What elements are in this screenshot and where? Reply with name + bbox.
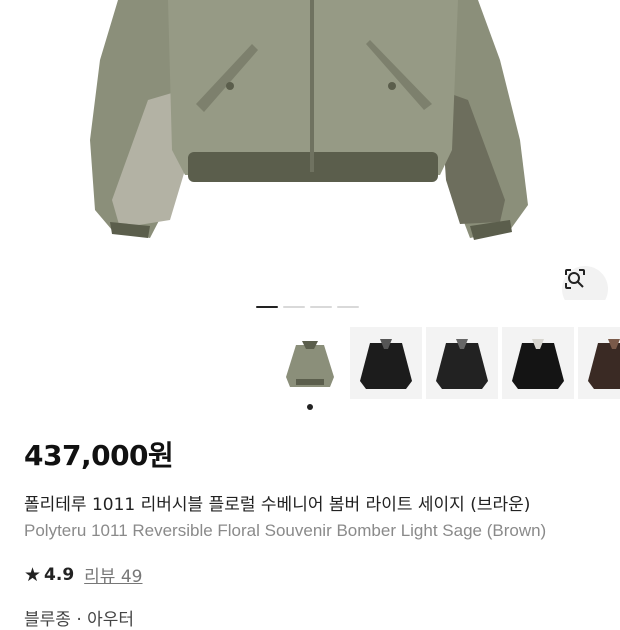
gallery-pagination	[256, 306, 359, 308]
thumbnail-jacket-image	[360, 339, 412, 389]
rating-score: 4.9	[44, 564, 75, 585]
visual-search-icon	[565, 269, 585, 289]
pagination-dot-active[interactable]	[256, 306, 278, 308]
pagination-dot[interactable]	[337, 306, 359, 308]
pagination-dot[interactable]	[283, 306, 305, 308]
pagination-dot[interactable]	[310, 306, 332, 308]
review-link[interactable]: 리뷰 49	[84, 562, 142, 587]
thumbnail-jacket-image	[436, 339, 488, 389]
product-price: 437,000원	[24, 439, 174, 472]
thumbnail-jacket-image	[588, 339, 620, 389]
thumbnail-brown[interactable]	[578, 327, 620, 399]
thumbnail-jacket-image	[512, 339, 564, 389]
product-rating: ★ 4.9 리뷰 49	[24, 562, 143, 588]
thumbnail-black-3[interactable]	[502, 327, 574, 399]
thumbnail-black-2[interactable]	[426, 327, 498, 399]
thumbnail-selected-indicator	[307, 404, 313, 410]
color-thumbnails	[274, 327, 620, 399]
product-name-korean: 폴리테루 1011 리버시블 플로럴 수베니어 봄버 라이트 세이지 (브라운)	[24, 495, 531, 515]
star-icon: ★	[24, 563, 42, 586]
product-hero-image[interactable]	[0, 0, 620, 300]
thumbnail-jacket-image	[286, 341, 334, 387]
product-name-english: Polyteru 1011 Reversible Floral Souvenir…	[24, 521, 547, 540]
jacket-illustration	[90, 0, 528, 240]
product-category[interactable]: 블루종 · 아우터	[24, 605, 134, 630]
thumbnail-black-1[interactable]	[350, 327, 422, 399]
thumbnail-light-sage[interactable]	[274, 327, 346, 399]
